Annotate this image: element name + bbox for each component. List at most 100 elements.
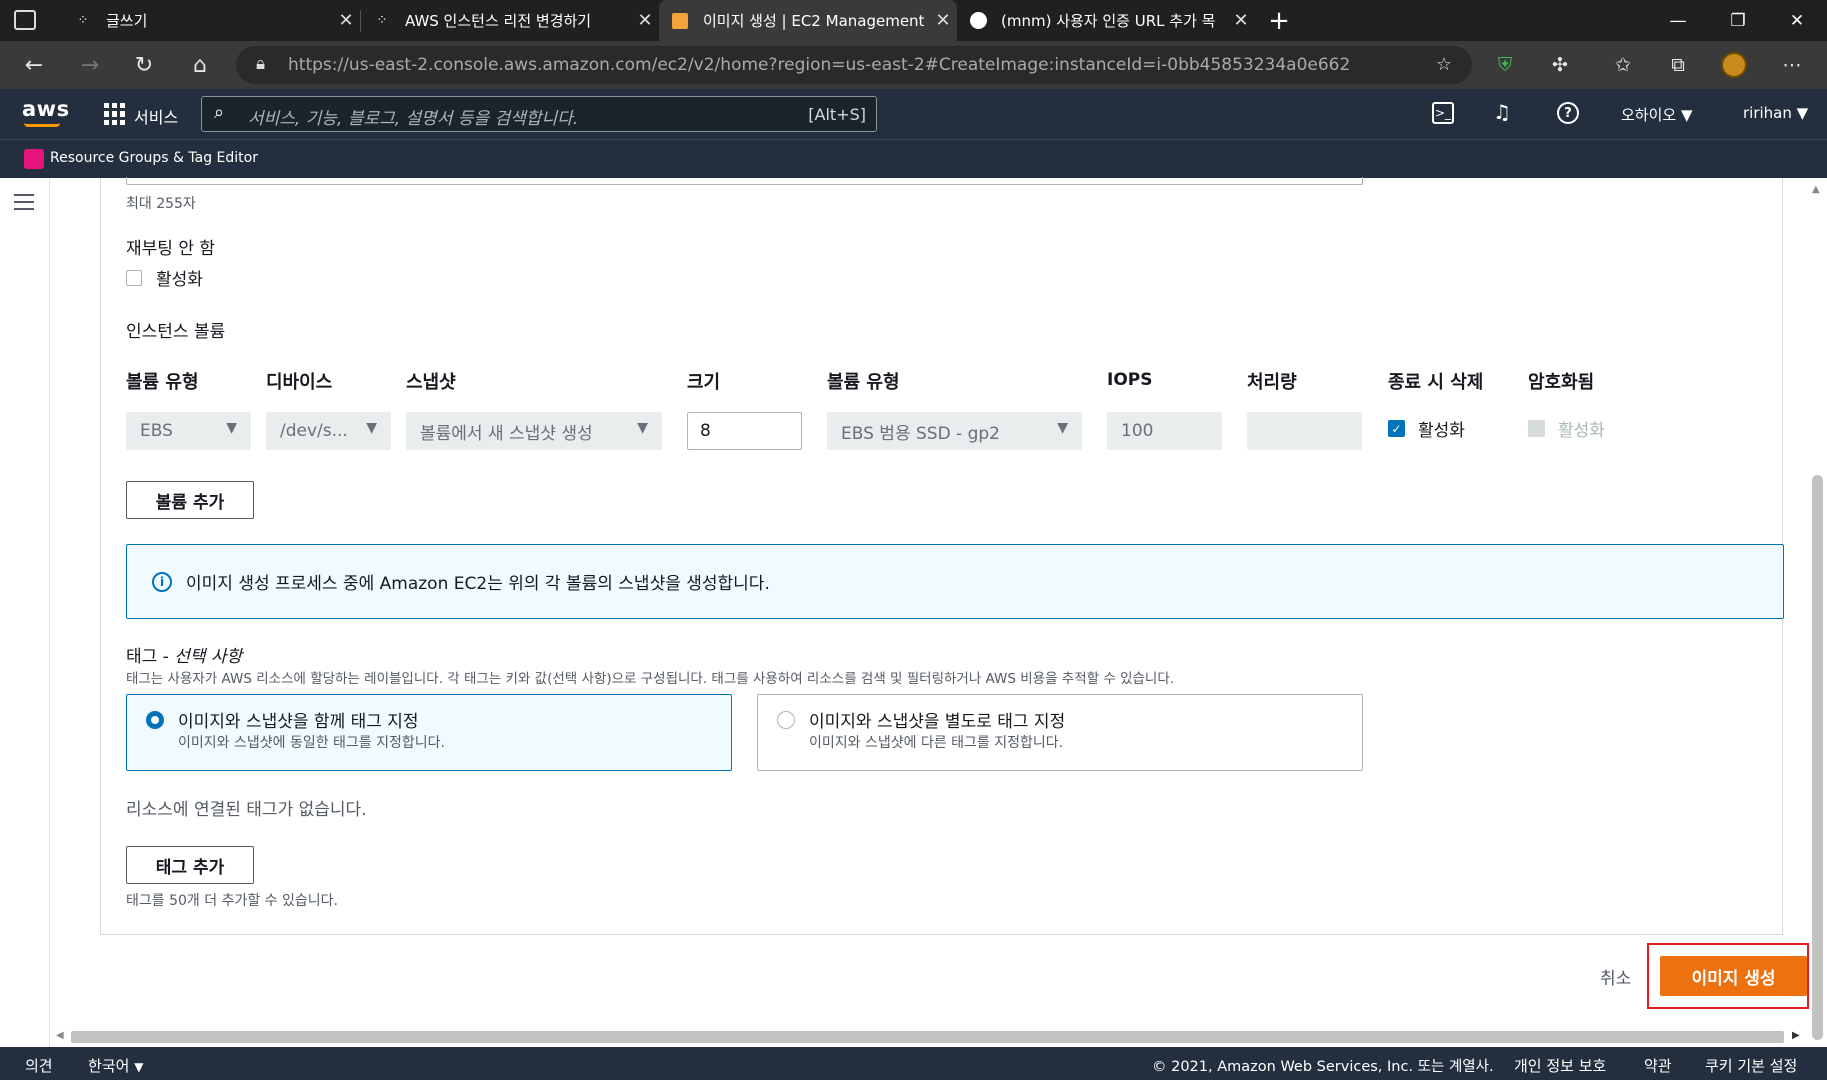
browser-tab-strip: ⁘ 글쓰기 ✕ ⁘ AWS 인스턴스 리전 변경하기 ✕ 이미지 생성 | EC…	[0, 0, 1827, 41]
tags-description: 태그는 사용자가 AWS 리소스에 할당하는 레이블입니다. 각 태그는 키와 …	[126, 671, 1175, 687]
create-image-button[interactable]: 이미지 생성	[1660, 956, 1807, 996]
hamburger-menu-icon[interactable]	[14, 194, 34, 210]
forward-icon[interactable]: →	[68, 41, 112, 89]
services-grid-icon[interactable]	[104, 103, 126, 125]
col-encrypted: 암호화됨	[1528, 372, 1595, 393]
search-icon: ⌕	[214, 102, 225, 123]
volume-type-select[interactable]: EBS ▼	[126, 412, 251, 450]
help-icon[interactable]: ?	[1557, 102, 1579, 124]
tag-option-together-radio[interactable]	[146, 711, 164, 729]
add-volume-button[interactable]: 볼륨 추가	[126, 481, 254, 519]
shield-icon[interactable]: ⛨	[1483, 41, 1527, 89]
horizontal-scroll-thumb[interactable]	[71, 1031, 1784, 1043]
vertical-scroll-thumb[interactable]	[1812, 475, 1823, 1040]
privacy-link[interactable]: 개인 정보 보호	[1514, 1055, 1606, 1076]
terms-link[interactable]: 약관	[1644, 1055, 1672, 1076]
tab-title: 글쓰기	[106, 12, 148, 30]
search-input[interactable]: ⌕ 서비스, 기능, 블로그, 설명서 등을 검색합니다. [Alt+S]	[201, 96, 877, 132]
aws-console-header: aws 서비스 ⌕ 서비스, 기능, 블로그, 설명서 등을 검색합니다. [A…	[0, 89, 1827, 139]
user-name: ririhan	[1743, 104, 1792, 122]
encrypted-checkbox	[1528, 420, 1545, 437]
size-input[interactable]: 8	[687, 412, 802, 450]
caret-down-icon: ▼	[226, 420, 237, 436]
tag-limit-hint: 태그를 50개 더 추가할 수 있습니다.	[126, 893, 338, 909]
profile-avatar[interactable]	[1712, 41, 1756, 89]
delete-on-termination-checkbox-row[interactable]: ✓ 활성화	[1388, 416, 1465, 441]
vertical-scrollbar[interactable]: ▲	[1808, 178, 1827, 1047]
address-bar[interactable]: 🔒︎ https://us-east-2.console.aws.amazon.…	[236, 46, 1472, 84]
col-device: 디바이스	[266, 372, 333, 393]
caret-down-icon: ▼	[366, 420, 377, 436]
create-image-form-panel: 최대 255자 재부팅 안 함 활성화 인스턴스 볼륨 볼륨 유형 디바이스 스…	[100, 177, 1784, 935]
scroll-left-icon[interactable]: ◀	[56, 1030, 64, 1041]
resource-groups-icon	[24, 149, 44, 169]
tab-title: AWS 인스턴스 리전 변경하기	[405, 12, 592, 30]
extensions-icon[interactable]: ✣	[1538, 41, 1582, 89]
instance-volumes-label: 인스턴스 볼륨	[126, 322, 226, 342]
delete-on-termination-checkbox[interactable]: ✓	[1388, 420, 1405, 437]
device-select[interactable]: /dev/s... ▼	[266, 412, 391, 450]
scroll-up-icon[interactable]: ▲	[1812, 184, 1820, 195]
caret-down-icon: ▼	[1796, 104, 1809, 122]
favorite-resource-groups[interactable]: Resource Groups & Tag Editor	[50, 150, 258, 166]
more-icon[interactable]: ⋯	[1770, 41, 1814, 89]
tab-write[interactable]: ⁘ 글쓰기 ✕	[62, 0, 360, 41]
tag-option-together-desc: 이미지와 스냅샷에 동일한 태그를 지정합니다.	[178, 735, 445, 751]
tag-option-separate[interactable]: 이미지와 스냅샷을 별도로 태그 지정 이미지와 스냅샷에 다른 태그를 지정합…	[757, 694, 1363, 771]
notifications-bell-icon[interactable]: ♫	[1493, 100, 1511, 124]
description-textarea-bottom[interactable]	[126, 177, 1363, 185]
back-icon[interactable]: ←	[12, 41, 56, 89]
tab-actions-icon[interactable]	[14, 10, 36, 30]
feedback-link[interactable]: 의견	[25, 1055, 53, 1076]
restore-icon[interactable]: ❐	[1708, 0, 1768, 41]
refresh-icon[interactable]: ↻	[122, 41, 166, 89]
language-selector[interactable]: 한국어 ▼	[88, 1055, 143, 1076]
home-icon[interactable]: ⌂	[178, 41, 222, 89]
favorite-star-icon[interactable]: ☆	[1436, 54, 1452, 75]
snapshot-select[interactable]: 볼륨에서 새 스냅샷 생성 ▼	[406, 412, 662, 450]
copyright-text: © 2021, Amazon Web Services, Inc. 또는 계열사…	[1152, 1059, 1494, 1075]
throughput-input[interactable]	[1247, 412, 1362, 450]
aws-logo-smile	[24, 123, 60, 127]
close-icon[interactable]: ✕	[332, 10, 360, 31]
tistory-icon: ⁘	[77, 13, 89, 28]
new-tab-icon[interactable]: +	[1262, 0, 1296, 41]
region-selector[interactable]: 오하이오 ▼	[1621, 104, 1693, 125]
tags-title-text: 태그 -	[126, 647, 175, 667]
tags-title: 태그 - 선택 사항	[126, 642, 242, 667]
encrypted-label: 활성화	[1558, 421, 1605, 441]
scroll-right-icon[interactable]: ▶	[1792, 1030, 1800, 1041]
account-menu[interactable]: ririhan ▼	[1743, 104, 1808, 122]
collections-icon[interactable]: ⧉	[1656, 41, 1700, 89]
iops-input[interactable]: 100	[1107, 412, 1222, 450]
services-menu[interactable]: 서비스	[134, 104, 178, 128]
aws-logo[interactable]: aws	[22, 97, 70, 121]
ebs-volume-type-value: EBS 범용 SSD - gp2	[841, 423, 1000, 444]
tab-aws-region[interactable]: ⁘ AWS 인스턴스 리전 변경하기 ✕	[361, 0, 659, 41]
horizontal-scrollbar[interactable]: ◀ ▶	[50, 1026, 1808, 1047]
no-reboot-checkbox-row[interactable]: 활성화	[126, 265, 203, 290]
ebs-volume-type-select[interactable]: EBS 범용 SSD - gp2 ▼	[827, 412, 1082, 450]
no-reboot-checkbox[interactable]	[126, 269, 142, 286]
tags-optional-text: 선택 사항	[174, 647, 243, 667]
tab-create-image[interactable]: 이미지 생성 | EC2 Management C ✕	[659, 0, 957, 41]
minimize-icon[interactable]: —	[1648, 0, 1708, 41]
tab-github[interactable]: (mnm) 사용자 인증 URL 추가 목 ✕	[957, 0, 1255, 41]
cookie-preferences-link[interactable]: 쿠키 기본 설정	[1705, 1055, 1797, 1076]
console-footer: 의견 한국어 ▼ © 2021, Amazon Web Services, In…	[0, 1047, 1827, 1080]
favorites-icon[interactable]: ✩	[1601, 41, 1645, 89]
tag-option-separate-title: 이미지와 스냅샷을 별도로 태그 지정	[809, 712, 1066, 732]
tag-option-together[interactable]: 이미지와 스냅샷을 함께 태그 지정 이미지와 스냅샷에 동일한 태그를 지정합…	[126, 694, 732, 771]
cloudshell-icon[interactable]: >_	[1432, 102, 1454, 124]
caret-down-icon: ▼	[1680, 106, 1693, 124]
cancel-link[interactable]: 취소	[1600, 964, 1631, 989]
col-delete-on-termination: 종료 시 삭제	[1388, 372, 1484, 393]
window-close-icon[interactable]: ✕	[1767, 0, 1827, 41]
close-icon[interactable]: ✕	[1227, 10, 1255, 31]
close-icon[interactable]: ✕	[929, 10, 957, 31]
close-icon[interactable]: ✕	[631, 10, 659, 31]
tag-option-separate-radio[interactable]	[777, 711, 795, 729]
description-max-length-hint: 최대 255자	[126, 196, 196, 212]
add-tag-button[interactable]: 태그 추가	[126, 846, 254, 884]
caret-down-icon: ▼	[134, 1060, 144, 1074]
